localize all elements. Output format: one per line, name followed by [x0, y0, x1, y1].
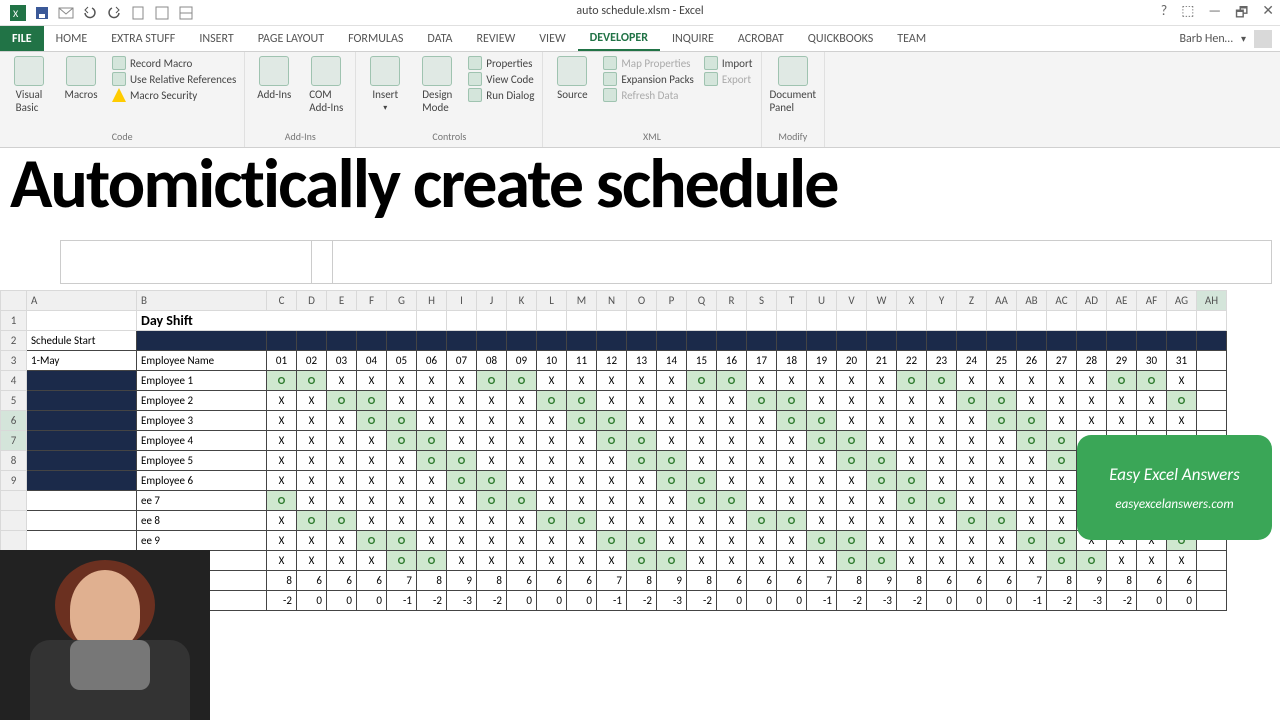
map-properties-button: Map Properties	[603, 56, 693, 70]
minimize-button[interactable]: —	[1208, 2, 1221, 26]
col-header[interactable]: A	[27, 291, 137, 311]
excel-icon[interactable]: X	[9, 4, 27, 22]
user-name[interactable]: Barb Hen…	[1179, 32, 1233, 46]
col-header[interactable]: AF	[1137, 291, 1167, 311]
properties-button[interactable]: Properties	[468, 56, 534, 70]
custom2-icon[interactable]	[177, 4, 195, 22]
col-header[interactable]: K	[507, 291, 537, 311]
col-header[interactable]: AC	[1047, 291, 1077, 311]
addins-button[interactable]: Add-Ins	[253, 56, 295, 101]
col-header[interactable]: R	[717, 291, 747, 311]
expansion-packs-button[interactable]: Expansion Packs	[603, 72, 693, 86]
col-header[interactable]: Y	[927, 291, 957, 311]
help-icon[interactable]: ?	[1161, 2, 1168, 26]
preview-icon[interactable]	[129, 4, 147, 22]
col-header[interactable]: V	[837, 291, 867, 311]
mail-icon[interactable]	[57, 4, 75, 22]
tab-home[interactable]: HOME	[44, 26, 100, 51]
col-header[interactable]: AG	[1167, 291, 1197, 311]
col-header[interactable]: AE	[1107, 291, 1137, 311]
redo-icon[interactable]	[105, 4, 123, 22]
relative-refs-button[interactable]: Use Relative References	[112, 72, 236, 86]
col-header[interactable]: N	[597, 291, 627, 311]
tab-formulas[interactable]: FORMULAS	[336, 26, 415, 51]
col-header[interactable]: AB	[1017, 291, 1047, 311]
tab-quickbooks[interactable]: QuickBooks	[796, 26, 886, 51]
ribbon: Visual Basic Macros Record Macro Use Rel…	[0, 52, 1280, 148]
tab-file[interactable]: FILE	[0, 26, 44, 51]
col-header[interactable]: H	[417, 291, 447, 311]
window-title: auto schedule.xlsm - Excel	[576, 4, 703, 18]
col-header[interactable]: X	[897, 291, 927, 311]
col-header[interactable]: AH	[1197, 291, 1227, 311]
col-header[interactable]: C	[267, 291, 297, 311]
tab-data[interactable]: DATA	[415, 26, 464, 51]
tab-review[interactable]: REVIEW	[465, 26, 528, 51]
col-header[interactable]: U	[807, 291, 837, 311]
col-header[interactable]: Q	[687, 291, 717, 311]
tab-extra-stuff[interactable]: extra stuff	[99, 26, 187, 51]
refresh-data-button: Refresh Data	[603, 88, 693, 102]
visual-basic-button[interactable]: Visual Basic	[8, 56, 50, 114]
tab-insert[interactable]: INSERT	[187, 26, 245, 51]
view-code-button[interactable]: View Code	[468, 72, 534, 86]
col-header[interactable]: G	[387, 291, 417, 311]
window-controls: ? ⬚ — 🗗 ✕	[1161, 2, 1274, 26]
custom1-icon[interactable]	[153, 4, 171, 22]
run-dialog-button[interactable]: Run Dialog	[468, 88, 534, 102]
col-header[interactable]: J	[477, 291, 507, 311]
design-mode-button[interactable]: Design Mode	[416, 56, 458, 114]
undo-icon[interactable]	[81, 4, 99, 22]
formula-bar-area[interactable]	[60, 240, 1272, 284]
overlay-headline: Automictically create schedule	[0, 148, 1280, 218]
badge-title: Easy Excel Answers	[1109, 464, 1239, 485]
insert-control-button[interactable]: Insert▾	[364, 56, 406, 113]
tab-view[interactable]: VIEW	[527, 26, 577, 51]
macro-security-button[interactable]: Macro Security	[112, 88, 236, 102]
col-header[interactable]: Z	[957, 291, 987, 311]
tab-team[interactable]: TEAM	[885, 26, 938, 51]
col-header[interactable]: P	[657, 291, 687, 311]
presenter-photo	[0, 550, 210, 720]
user-avatar[interactable]	[1254, 30, 1272, 48]
col-header[interactable]: T	[777, 291, 807, 311]
tab-inquire[interactable]: INQUIRE	[660, 26, 726, 51]
document-panel-button[interactable]: Document Panel	[770, 56, 817, 114]
tab-page-layout[interactable]: PAGE LAYOUT	[246, 26, 336, 51]
col-header[interactable]: W	[867, 291, 897, 311]
brand-badge: Easy Excel Answers easyexcelanswers.com	[1077, 435, 1272, 540]
restore-button[interactable]: 🗗	[1235, 2, 1248, 26]
col-header[interactable]: I	[447, 291, 477, 311]
source-button[interactable]: Source	[551, 56, 593, 101]
col-header[interactable]: AA	[987, 291, 1017, 311]
ribbon-options-icon[interactable]: ⬚	[1181, 2, 1194, 26]
macros-button[interactable]: Macros	[60, 56, 102, 101]
svg-text:X: X	[13, 7, 19, 20]
col-header[interactable]: S	[747, 291, 777, 311]
tab-acrobat[interactable]: ACROBAT	[726, 26, 796, 51]
save-icon[interactable]	[33, 4, 51, 22]
tab-developer[interactable]: DEVELOPER	[578, 26, 660, 51]
record-macro-button[interactable]: Record Macro	[112, 56, 236, 70]
warning-icon	[112, 88, 126, 102]
close-button[interactable]: ✕	[1262, 2, 1274, 26]
col-header[interactable]: D	[297, 291, 327, 311]
col-header[interactable]: O	[627, 291, 657, 311]
col-header[interactable]: B	[137, 291, 267, 311]
col-header[interactable]: AD	[1077, 291, 1107, 311]
col-header[interactable]: L	[537, 291, 567, 311]
com-addins-button[interactable]: COM Add-Ins	[305, 56, 347, 114]
col-header[interactable]: M	[567, 291, 597, 311]
badge-url: easyexcelanswers.com	[1115, 497, 1233, 512]
ribbon-tabs: FILE HOMEextra stuffINSERTPAGE LAYOUTFOR…	[0, 26, 1280, 52]
import-button[interactable]: Import	[704, 56, 753, 70]
col-header[interactable]: F	[357, 291, 387, 311]
col-header[interactable]: E	[327, 291, 357, 311]
export-button: Export	[704, 72, 753, 86]
